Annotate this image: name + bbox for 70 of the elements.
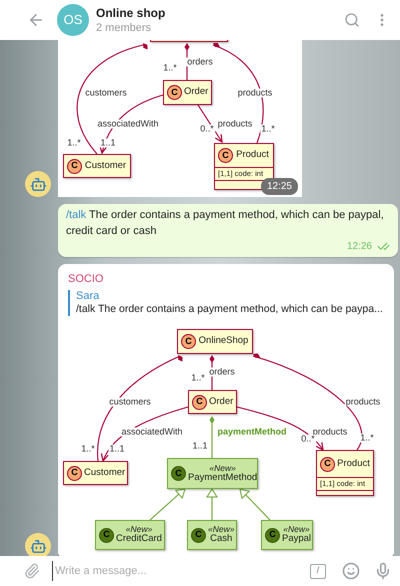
class-name: Cash [210,534,232,545]
multiplicity-label: 1..* [80,444,96,454]
multiplicity-label: 1..1 [192,442,208,450]
role-label: products [236,88,274,98]
class-name: CreditCard [116,534,162,545]
reply-quote[interactable]: Sara /talk The order contains a payment method, which can be paypa... [68,290,384,316]
role-label: associatedWith [96,120,160,128]
attach-icon[interactable] [24,563,40,579]
bot-avatar[interactable] [25,171,51,197]
reply-author: Sara [76,290,100,303]
stereotype-label: «New» [208,525,234,534]
stereotype-label: «New» [283,525,310,534]
multiplicity-label: 1..* [260,124,276,134]
message-input[interactable]: Write a message... [52,561,310,581]
class-marker: C [192,394,207,410]
multiplicity-label: 1..1 [108,444,126,454]
class-name: Order [184,87,208,98]
role-label: customers [84,88,128,98]
role-label: associatedWith [120,428,184,436]
multiplicity-label: 1..* [162,64,178,72]
multiplicity-label: 1..* [359,434,375,442]
role-label: orders [208,368,236,376]
class-marker: C [191,528,206,542]
role-label: products [344,398,382,406]
class-name: Order [209,396,234,408]
role-label: paymentMethod [216,428,288,436]
class-marker: C [67,158,82,174]
class-name: Product [236,150,269,161]
role-label: products [216,120,254,128]
class-name: Customer [84,160,126,172]
robot-icon [30,176,46,192]
class-marker: C [99,528,114,542]
class-marker: C [181,334,196,349]
class-name: OnlineShop [198,336,248,347]
role-label: products [312,428,348,436]
emoji-icon[interactable] [342,562,360,580]
stereotype-label: «New» [209,464,236,473]
multiplicity-label: 1..* [190,374,206,382]
commands-button[interactable]: / [310,564,326,578]
multiplicity-label: 0..* [199,124,215,134]
class-marker: C [67,466,82,480]
class-marker: C [320,456,335,472]
stereotype-label: «New» [126,525,152,534]
multiplicity-label: 1..1 [100,138,116,148]
role-label: orders [186,58,214,66]
member-count: 2 members [96,20,152,34]
chat-title[interactable]: Online shop [96,6,344,20]
microphone-icon[interactable] [374,562,392,580]
class-name: Paypal [282,534,312,545]
class-marker: C [265,528,280,542]
message-time: 12:26 [346,240,372,254]
bot-avatar[interactable] [25,533,51,556]
message-time: 12:25 [260,178,298,195]
reply-text: /talk The order contains a payment method, which can be paypa... [76,303,384,316]
command-link[interactable]: /talk [66,209,86,221]
class-name: Product [337,458,370,470]
multiplicity-label: 1..* [66,138,82,148]
class-marker: C [218,148,233,163]
sender-name: SOCIO [67,272,104,286]
role-label: customers [108,398,152,406]
message-text: /talk The order contains a payment method, which can be paypal, credit card or cash [66,208,385,239]
class-marker: C [171,466,186,481]
class-marker: C [167,85,182,100]
class-name: PaymentMethod [188,472,258,484]
multiplicity-label: 0..* [300,434,316,444]
avatar-initials: OS [64,11,82,30]
back-icon[interactable] [27,11,45,29]
class-name: Customer [84,468,126,478]
robot-icon [30,538,46,554]
search-icon[interactable] [344,12,360,28]
